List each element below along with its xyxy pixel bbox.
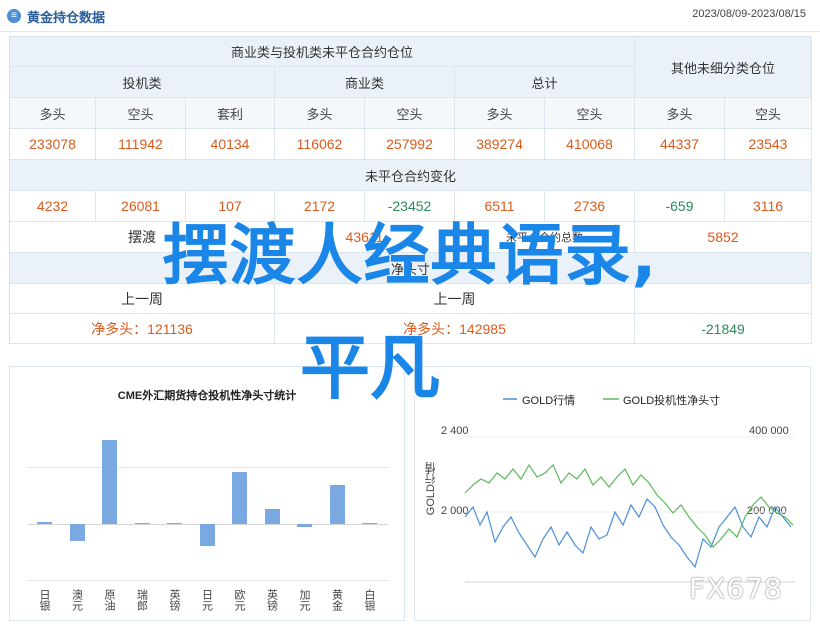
- x-tick-label: 英镑: [168, 589, 180, 611]
- table-cell: 2736: [545, 191, 635, 222]
- table-cell: 233078: [10, 129, 96, 160]
- bar: [362, 522, 377, 524]
- x-tick-label: 加元: [298, 589, 310, 611]
- bar: [264, 509, 280, 524]
- group-spec-header: 投机类: [10, 67, 275, 98]
- date-range: 2023/08/09-2023/08/15: [692, 8, 806, 20]
- sub-header: 多头: [455, 98, 545, 129]
- prev-week-label: 上一周: [275, 284, 635, 314]
- bar: [329, 484, 345, 524]
- bar: [69, 524, 85, 541]
- page-title: 黄金持仓数据: [27, 10, 106, 25]
- sub-header: 多头: [635, 98, 725, 129]
- x-tick-label: 澳元: [70, 589, 83, 611]
- group-top-header: 商业类与投机类未平仓合约仓位: [10, 37, 635, 67]
- row3-label: 摆渡: [10, 222, 275, 253]
- bar: [232, 472, 247, 524]
- sub-header: 多头: [10, 98, 96, 129]
- sub-header: 套利: [186, 98, 275, 129]
- table-cell: 40134: [186, 129, 275, 160]
- sub-header: 空头: [96, 98, 186, 129]
- bar: [134, 522, 150, 524]
- section-change-header: 未平仓合约变化: [10, 160, 812, 191]
- table-cell: 116062: [275, 129, 365, 160]
- x-tick-label: 日元: [200, 589, 213, 611]
- sub-header: 多头: [275, 98, 365, 129]
- watermark-logo: FX678: [689, 572, 783, 605]
- table-cell: 107: [186, 191, 275, 222]
- x-tick-label: 英镑: [265, 589, 278, 611]
- table-cell: 4232: [10, 191, 96, 222]
- table-cell: 410068: [545, 129, 635, 160]
- net-position-line: [464, 463, 794, 548]
- group-other-header: 其他未细分类仓位: [635, 37, 812, 98]
- prev-week-label: 上一周: [10, 284, 275, 314]
- bar: [199, 524, 215, 547]
- x-tick-label: 黄金: [330, 589, 343, 611]
- bar: [297, 524, 312, 528]
- sub-header: 空头: [545, 98, 635, 129]
- bar: [102, 440, 117, 524]
- overlay-caption-2: 平凡: [300, 327, 440, 409]
- group-comm-header: 商业类: [275, 67, 455, 98]
- sub-header: 空头: [725, 98, 812, 129]
- net-long-value: 净多头：121136: [10, 314, 275, 344]
- row3-total-value: 5852: [635, 222, 812, 253]
- group-total-header: 总计: [455, 67, 635, 98]
- net-position-header: 净头寸: [10, 253, 812, 284]
- positions-table: 商业类与投机类未平仓合约仓位 其他未细分类仓位 投机类 商业类 总计 多头 空头…: [9, 36, 812, 344]
- sub-header: 空头: [365, 98, 455, 129]
- table-cell: 111942: [96, 129, 186, 160]
- table-cell: 44337: [635, 129, 725, 160]
- bar: [37, 521, 52, 524]
- x-tick-label: 白银: [363, 589, 375, 611]
- gold-price-line: [464, 497, 792, 569]
- x-tick-label: 原油: [103, 589, 115, 611]
- menu-icon: ≡: [7, 9, 21, 23]
- table-cell: 257992: [365, 129, 455, 160]
- table-cell: 26081: [96, 191, 186, 222]
- x-tick-label: 欧元: [233, 589, 245, 611]
- table-cell: 2172: [275, 191, 365, 222]
- table-cell: -23452: [365, 191, 455, 222]
- row3-total-label: 未平仓合约总数: [455, 222, 635, 253]
- table-cell: 6511: [455, 191, 545, 222]
- prev-week-label: [635, 284, 812, 314]
- bar: [167, 522, 182, 524]
- table-cell: 389274: [455, 129, 545, 160]
- x-tick-label: 日银: [38, 589, 50, 611]
- table-cell: 23543: [725, 129, 812, 160]
- table-cell: -659: [635, 191, 725, 222]
- table-cell: 3116: [725, 191, 812, 222]
- x-tick-label: 瑞郎: [135, 589, 148, 611]
- net-value: -21849: [635, 314, 812, 344]
- row3-value: 43611: [275, 222, 455, 253]
- top-bar: ≡ 黄金持仓数据 2023/08/09-2023/08/15: [0, 0, 820, 32]
